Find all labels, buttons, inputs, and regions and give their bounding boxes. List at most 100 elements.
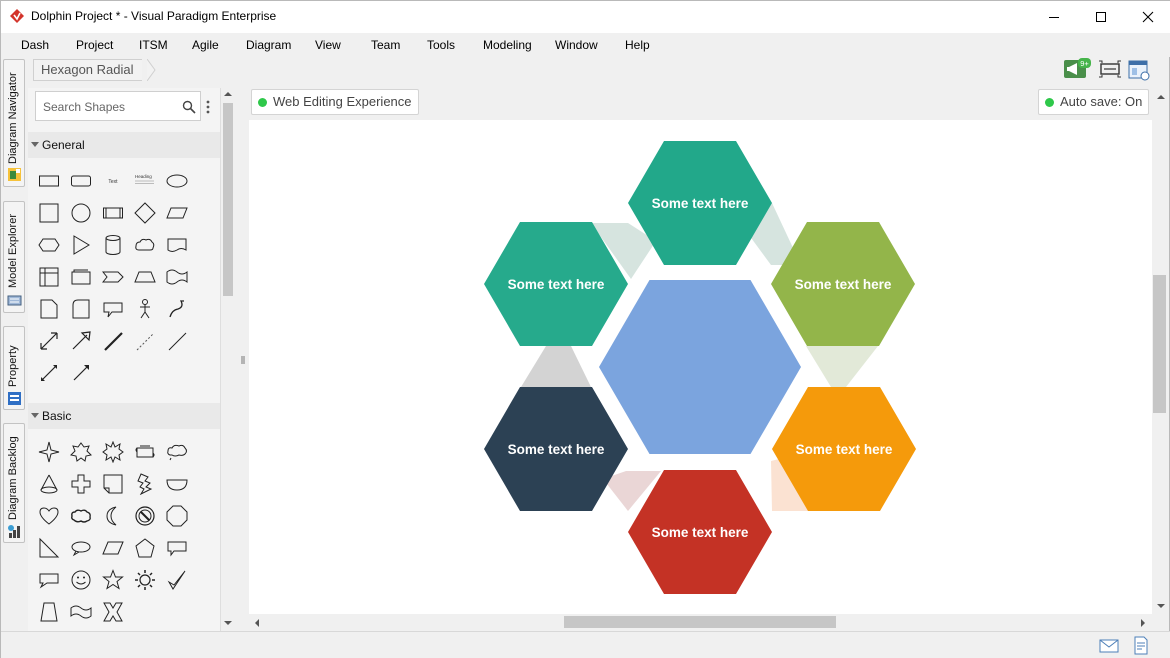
rounded-rectangle-shape-icon[interactable] (70, 170, 92, 192)
slanted-rectangle-shape-icon[interactable] (102, 537, 124, 559)
cloud-shape-icon[interactable] (134, 234, 156, 256)
trapezoid-shape-icon[interactable] (134, 266, 156, 288)
document-shape-icon[interactable] (166, 234, 188, 256)
star-outline-shape-icon[interactable] (70, 441, 92, 463)
lightning-shape-icon[interactable] (134, 473, 156, 495)
note-shape-icon[interactable] (38, 298, 60, 320)
tab-diagram-backlog[interactable]: Diagram Backlog (3, 423, 25, 543)
web-editing-experience-badge[interactable]: Web Editing Experience (251, 89, 419, 115)
connector-shape-icon[interactable] (70, 362, 92, 384)
burst-shape-icon[interactable] (102, 441, 124, 463)
arrow-shape-icon[interactable] (70, 330, 92, 352)
wave-flag-shape-icon[interactable] (70, 601, 92, 623)
document-edit-icon[interactable] (1133, 636, 1149, 655)
menu-modeling[interactable]: Modeling (483, 38, 532, 52)
scroll-down-icon[interactable] (1156, 602, 1166, 610)
menu-window[interactable]: Window (555, 38, 598, 52)
x-shape-icon[interactable] (102, 601, 124, 623)
mail-icon[interactable] (1099, 639, 1119, 653)
tab-diagram-navigator[interactable]: Diagram Navigator (3, 59, 25, 187)
circle-shape-icon[interactable] (70, 202, 92, 224)
star-5-shape-icon[interactable] (102, 569, 124, 591)
center-hexagon[interactable] (599, 280, 801, 454)
fit-diagram-button[interactable] (1098, 59, 1122, 79)
wave-shape-icon[interactable] (166, 266, 188, 288)
heading-shape-icon[interactable]: Heading (134, 170, 156, 192)
ellipse-shape-icon[interactable] (166, 170, 188, 192)
square-shape-icon[interactable] (38, 202, 60, 224)
outer-hexagon[interactable]: Some text here (628, 470, 772, 594)
scroll-down-icon[interactable] (223, 619, 233, 627)
actor-shape-icon[interactable] (134, 298, 156, 320)
folded-corner-shape-icon[interactable] (102, 473, 124, 495)
menu-help[interactable]: Help (625, 38, 650, 52)
sun-shape-icon[interactable] (134, 569, 156, 591)
menu-tools[interactable]: Tools (427, 38, 455, 52)
palette-scroll-thumb[interactable] (223, 103, 233, 296)
panel-splitter[interactable] (239, 88, 247, 631)
callout-shape-icon[interactable] (102, 298, 124, 320)
half-circle-shape-icon[interactable] (166, 473, 188, 495)
layout-button[interactable] (1128, 59, 1150, 81)
scroll-left-icon[interactable] (253, 618, 261, 628)
auto-save-badge[interactable]: Auto save: On (1038, 89, 1150, 115)
rectangle-callout-shape-icon[interactable] (166, 537, 188, 559)
outer-hexagon[interactable]: Some text here (771, 222, 915, 346)
outer-hexagon[interactable]: Some text here (484, 387, 628, 511)
text-shape-icon[interactable]: Text (102, 170, 124, 192)
cone-shape-icon[interactable] (38, 473, 60, 495)
thick-line-shape-icon[interactable] (102, 330, 124, 352)
moon-shape-icon[interactable] (102, 505, 124, 527)
scroll-up-icon[interactable] (1156, 93, 1166, 101)
menu-itsm[interactable]: ITSM (139, 38, 168, 52)
dashed-line-shape-icon[interactable] (134, 330, 156, 352)
cloud-callout-shape-icon[interactable] (166, 441, 188, 463)
menu-project[interactable]: Project (76, 38, 113, 52)
heart-shape-icon[interactable] (38, 505, 60, 527)
curve-shape-icon[interactable] (166, 298, 188, 320)
close-button[interactable] (1125, 1, 1170, 33)
no-symbol-shape-icon[interactable] (134, 505, 156, 527)
check-shape-icon[interactable] (166, 569, 188, 591)
tab-model-explorer[interactable]: Model Explorer (3, 201, 25, 313)
section-basic-header[interactable]: Basic (28, 403, 220, 429)
scroll-up-icon[interactable] (223, 90, 233, 98)
double-headed-arrow-shape-icon[interactable] (38, 362, 60, 384)
ellipse-callout-shape-icon[interactable] (70, 537, 92, 559)
trapezoid-basic-shape-icon[interactable] (38, 601, 60, 623)
minimize-button[interactable] (1031, 1, 1077, 33)
tab-property[interactable]: Property (3, 326, 25, 410)
hexagon-shape-icon[interactable] (38, 234, 60, 256)
rounded-corner-shape-icon[interactable] (70, 298, 92, 320)
double-arrow-shape-icon[interactable] (38, 330, 60, 352)
octagon-shape-icon[interactable] (166, 505, 188, 527)
speech-callout-shape-icon[interactable] (38, 569, 60, 591)
line-shape-icon[interactable] (166, 330, 188, 352)
canvas-horizontal-scroll-thumb[interactable] (564, 616, 836, 628)
section-general-header[interactable]: General (28, 132, 220, 158)
card-shape-icon[interactable] (70, 266, 92, 288)
canvas-vertical-scroll-thumb[interactable] (1153, 275, 1166, 413)
cylinder-shape-icon[interactable] (102, 234, 124, 256)
cross-shape-icon[interactable] (70, 473, 92, 495)
notifications-button[interactable]: 9+ (1063, 58, 1091, 80)
scroll-shape-icon[interactable] (134, 441, 156, 463)
pentagon-shape-icon[interactable] (134, 537, 156, 559)
menu-team[interactable]: Team (371, 38, 400, 52)
star-4-shape-icon[interactable] (38, 441, 60, 463)
right-triangle-shape-icon[interactable] (38, 537, 60, 559)
diamond-shape-icon[interactable] (134, 202, 156, 224)
menu-dash[interactable]: Dash (21, 38, 49, 52)
palette-menu-icon[interactable] (205, 99, 211, 115)
breadcrumb[interactable]: Hexagon Radial (33, 59, 142, 81)
triangle-shape-icon[interactable] (70, 234, 92, 256)
cloud-bubble-shape-icon[interactable] (70, 505, 92, 527)
search-shapes-input[interactable]: Search Shapes (35, 91, 201, 121)
menu-agile[interactable]: Agile (192, 38, 219, 52)
chevron-shape-icon[interactable] (102, 266, 124, 288)
smiley-shape-icon[interactable] (70, 569, 92, 591)
table-shape-icon[interactable] (38, 266, 60, 288)
parallelogram-shape-icon[interactable] (166, 202, 188, 224)
scroll-right-icon[interactable] (1139, 618, 1147, 628)
maximize-button[interactable] (1078, 1, 1124, 33)
